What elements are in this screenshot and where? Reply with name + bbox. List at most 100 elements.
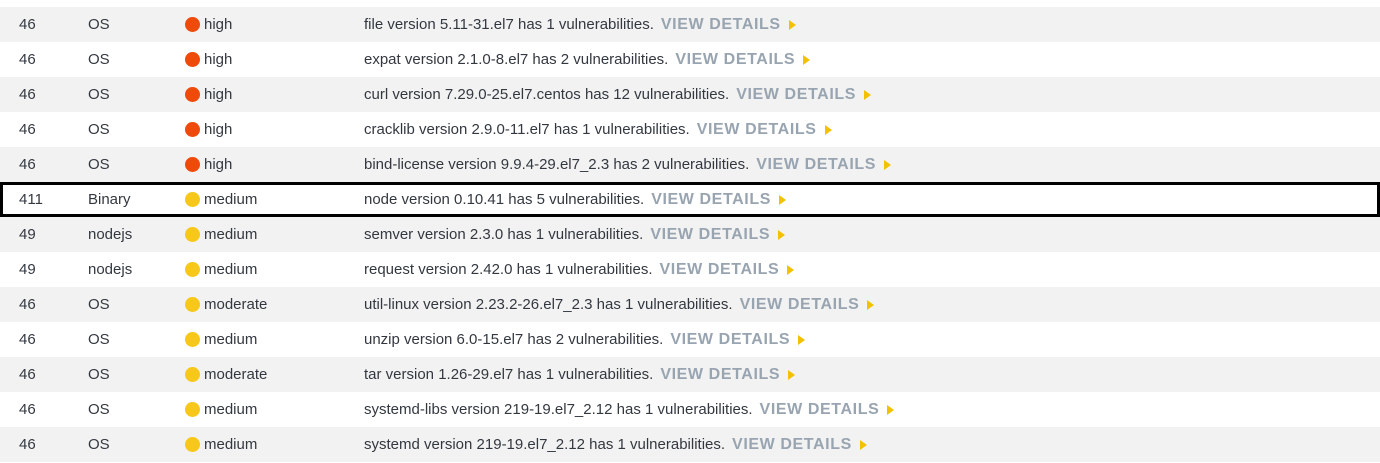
table-row[interactable]: 46 OS high curl version 7.29.0-25.el7.cento… — [0, 77, 1380, 112]
row-type: nodejs — [88, 261, 133, 278]
table-row[interactable]: 46 OS high file version 5.11-31.el7 has 1 v… — [0, 7, 1380, 42]
view-details-link[interactable]: VIEW DETAILS — [670, 331, 790, 349]
view-details-link[interactable]: VIEW DETAILS — [740, 296, 860, 314]
severity-label: medium — [204, 226, 258, 243]
caret-right-icon[interactable] — [798, 334, 806, 345]
description-text: node version 0.10.41 has 5 vulnerabiliti… — [364, 191, 645, 208]
view-details-link[interactable]: VIEW DETAILS — [650, 226, 770, 244]
severity-label: medium — [204, 401, 258, 418]
row-description: file version 5.11-31.el7 has 1 vulnerabi… — [364, 16, 796, 34]
table-row[interactable]: 46 OS moderate tar version 1.26-29.el7 has … — [0, 357, 1380, 392]
caret-right-icon[interactable] — [787, 264, 795, 275]
description-text: util-linux version 2.23.2-26.el7_2.3 has… — [364, 296, 733, 313]
row-count: 46 — [19, 51, 36, 68]
severity-label: moderate — [204, 366, 268, 383]
caret-right-icon[interactable] — [788, 19, 796, 30]
row-description: util-linux version 2.23.2-26.el7_2.3 has… — [364, 296, 875, 314]
caret-right-icon[interactable] — [824, 124, 832, 135]
severity-label: high — [204, 51, 233, 68]
row-description: systemd version 219-19.el7_2.12 has 1 vu… — [364, 436, 867, 454]
severity-label: high — [204, 156, 233, 173]
vulnerability-table: 46 OS high file version 5.11-31.el7 has 1 v… — [0, 7, 1380, 462]
severity-badge: moderate — [185, 366, 267, 383]
table-row[interactable]: 49 nodejs medium semver version 2.3.0 has 1… — [0, 217, 1380, 252]
table-row[interactable]: 49 nodejs medium request version 2.42.0 has… — [0, 252, 1380, 287]
table-row[interactable]: 46 OS medium systemd version 219-19.el7_2.1… — [0, 427, 1380, 462]
severity-dot-icon — [185, 87, 200, 102]
table-row[interactable]: 46 OS high bind-license version 9.9.4-29.el… — [0, 147, 1380, 182]
severity-badge: medium — [185, 261, 257, 278]
description-text: unzip version 6.0-15.el7 has 2 vulnerabi… — [364, 331, 664, 348]
row-type: OS — [88, 401, 110, 418]
row-count: 46 — [19, 86, 36, 103]
view-details-link[interactable]: VIEW DETAILS — [760, 401, 880, 419]
view-details-link[interactable]: VIEW DETAILS — [651, 191, 771, 209]
view-details-link[interactable]: VIEW DETAILS — [660, 261, 780, 279]
view-details-link[interactable]: VIEW DETAILS — [675, 51, 795, 69]
severity-badge: high — [185, 156, 232, 173]
row-description: node version 0.10.41 has 5 vulnerabiliti… — [364, 191, 786, 209]
description-text: semver version 2.3.0 has 1 vulnerabiliti… — [364, 226, 644, 243]
row-count: 49 — [19, 261, 36, 278]
severity-label: medium — [204, 436, 258, 453]
row-count: 46 — [19, 156, 36, 173]
row-description: unzip version 6.0-15.el7 has 2 vulnerabi… — [364, 331, 806, 349]
severity-label: high — [204, 16, 233, 33]
table-row[interactable]: 46 OS high expat version 2.1.0-8.el7 has 2 … — [0, 42, 1380, 77]
view-details-link[interactable]: VIEW DETAILS — [697, 121, 817, 139]
view-details-link[interactable]: VIEW DETAILS — [732, 436, 852, 454]
row-description: expat version 2.1.0-8.el7 has 2 vulnerab… — [364, 51, 811, 69]
table-row[interactable]: 411 Binary medium node version 0.10.41 has … — [0, 182, 1380, 217]
view-details-link[interactable]: VIEW DETAILS — [736, 86, 856, 104]
severity-label: high — [204, 121, 233, 138]
severity-dot-icon — [185, 122, 200, 137]
caret-right-icon[interactable] — [778, 194, 786, 205]
row-type: OS — [88, 16, 110, 33]
table-row[interactable]: 46 OS medium systemd-libs version 219-19.el… — [0, 392, 1380, 427]
table-row[interactable]: 46 OS high cracklib version 2.9.0-11.el7 ha… — [0, 112, 1380, 147]
severity-badge: medium — [185, 226, 257, 243]
row-count: 46 — [19, 296, 36, 313]
severity-label: high — [204, 86, 233, 103]
severity-dot-icon — [185, 367, 200, 382]
row-type: nodejs — [88, 226, 133, 243]
description-text: systemd-libs version 219-19.el7_2.12 has… — [364, 401, 753, 418]
caret-right-icon[interactable] — [778, 229, 786, 240]
row-count: 46 — [19, 366, 36, 383]
view-details-link[interactable]: VIEW DETAILS — [660, 366, 780, 384]
row-type: Binary — [88, 191, 131, 208]
row-type: OS — [88, 296, 110, 313]
caret-right-icon[interactable] — [867, 299, 875, 310]
row-count: 46 — [19, 401, 36, 418]
row-description: curl version 7.29.0-25.el7.centos has 12… — [364, 86, 872, 104]
row-count: 46 — [19, 121, 36, 138]
row-type: OS — [88, 51, 110, 68]
severity-badge: high — [185, 51, 232, 68]
view-details-link[interactable]: VIEW DETAILS — [661, 16, 781, 34]
row-count: 46 — [19, 16, 36, 33]
caret-right-icon[interactable] — [803, 54, 811, 65]
row-type: OS — [88, 331, 110, 348]
description-text: cracklib version 2.9.0-11.el7 has 1 vuln… — [364, 121, 690, 138]
row-description: cracklib version 2.9.0-11.el7 has 1 vuln… — [364, 121, 832, 139]
row-description: systemd-libs version 219-19.el7_2.12 has… — [364, 401, 895, 419]
caret-right-icon[interactable] — [864, 89, 872, 100]
description-text: request version 2.42.0 has 1 vulnerabili… — [364, 261, 653, 278]
severity-badge: medium — [185, 331, 257, 348]
description-text: curl version 7.29.0-25.el7.centos has 12… — [364, 86, 730, 103]
caret-right-icon[interactable] — [859, 439, 867, 450]
caret-right-icon[interactable] — [884, 159, 892, 170]
view-details-link[interactable]: VIEW DETAILS — [756, 156, 876, 174]
row-description: bind-license version 9.9.4-29.el7_2.3 ha… — [364, 156, 892, 174]
severity-dot-icon — [185, 262, 200, 277]
table-row[interactable]: 46 OS medium unzip version 6.0-15.el7 has 2… — [0, 322, 1380, 357]
caret-right-icon[interactable] — [887, 404, 895, 415]
severity-dot-icon — [185, 402, 200, 417]
description-text: tar version 1.26-29.el7 has 1 vulnerabil… — [364, 366, 654, 383]
severity-dot-icon — [185, 52, 200, 67]
caret-right-icon[interactable] — [788, 369, 796, 380]
table-row[interactable]: 46 OS moderate util-linux version 2.23.2-26… — [0, 287, 1380, 322]
severity-label: medium — [204, 331, 258, 348]
row-type: OS — [88, 121, 110, 138]
severity-badge: medium — [185, 436, 257, 453]
